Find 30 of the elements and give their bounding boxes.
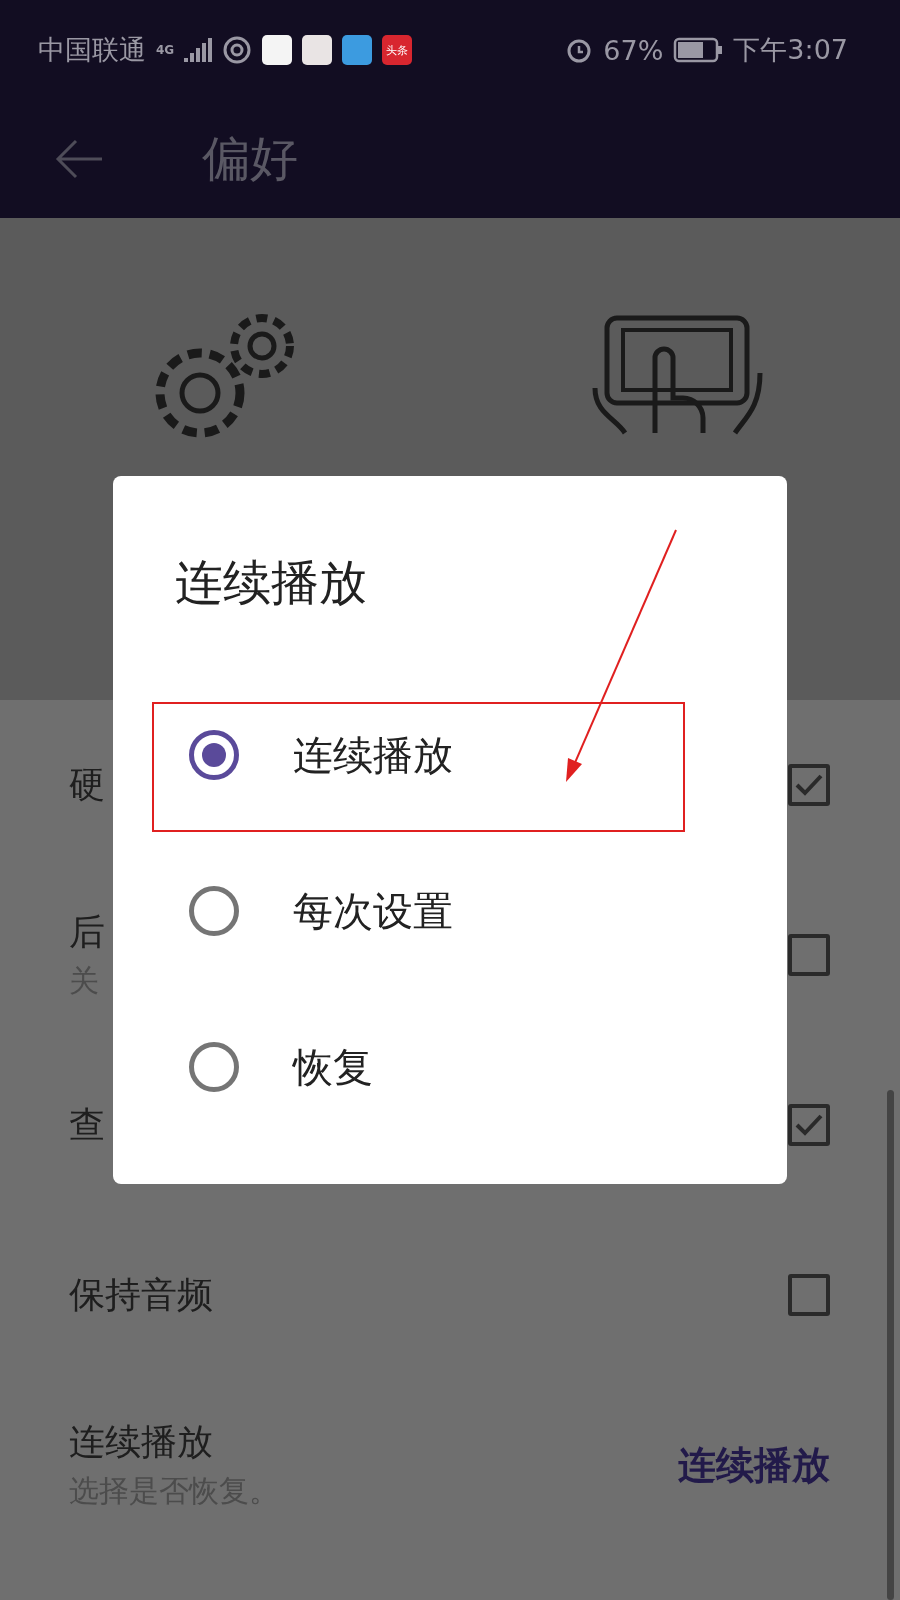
checkbox[interactable] <box>788 764 830 806</box>
battery-percent: 67% <box>603 34 664 66</box>
carrier-name: 中国联通 <box>38 33 146 67</box>
signal-icon <box>184 38 213 62</box>
app-icon <box>302 35 333 65</box>
checkbox[interactable] <box>788 1104 830 1146</box>
option-label[interactable]: 连续播放 <box>293 727 453 783</box>
app-icon <box>342 35 373 65</box>
network-type: 4G <box>156 43 175 57</box>
checkmark-icon <box>795 774 823 796</box>
sync-icon <box>222 35 253 65</box>
option-label[interactable]: 恢复 <box>293 1039 373 1095</box>
page-title: 偏好 <box>202 129 298 188</box>
app-icon <box>262 35 293 65</box>
setting-title: 后 <box>69 910 105 954</box>
dialog-title: 连续播放 <box>175 554 367 610</box>
back-arrow-icon[interactable] <box>54 137 104 181</box>
setting-title: 连续播放 <box>69 1420 214 1464</box>
checkbox[interactable] <box>788 1274 830 1316</box>
clock-time: 下午3:07 <box>733 33 848 67</box>
radio-button[interactable] <box>189 886 239 936</box>
setting-title: 保持音频 <box>69 1272 213 1317</box>
setting-title: 硬 <box>69 762 105 807</box>
setting-title: 查 <box>69 1102 105 1147</box>
radio-button[interactable] <box>189 1042 239 1092</box>
battery-icon <box>673 37 724 63</box>
option-label[interactable]: 每次设置 <box>293 883 453 939</box>
checkmark-icon <box>795 1114 823 1136</box>
app-badge: 头条 <box>382 35 413 65</box>
radio-button[interactable] <box>189 730 239 780</box>
